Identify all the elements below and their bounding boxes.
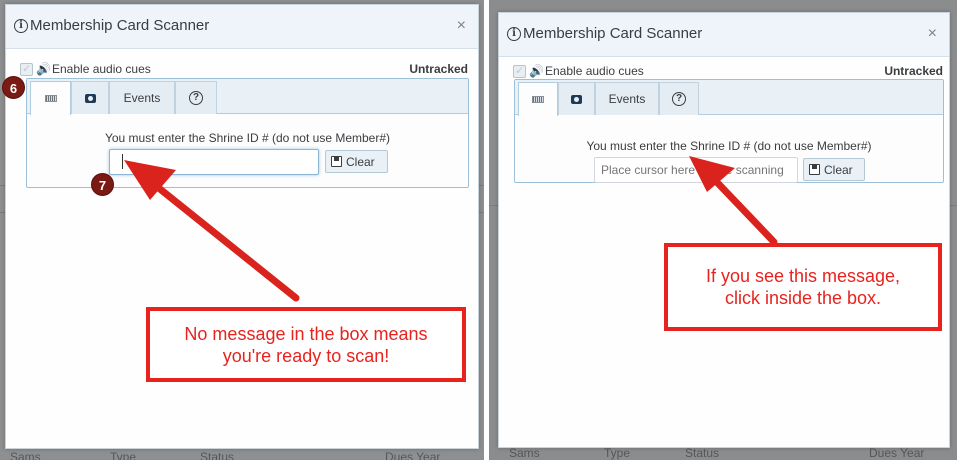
callout-line-2: click inside the box. [724,288,882,308]
callout-line-1: No message in the box means [184,323,428,344]
arrow-shaft [707,172,778,246]
instruction-callout: If you see this message, click inside th… [664,243,942,331]
arrow-shaft [146,177,300,302]
instruction-callout: No message in the box means you're ready… [146,307,466,382]
callout-line-2: you're ready to scan! [222,345,390,366]
right-screenshot: Sams Type Status Dues Year i Membership … [489,0,957,460]
pointer-arrow [689,156,778,246]
pointer-arrow [124,160,300,302]
arrow-head [689,156,735,192]
left-screenshot: Sams Type Status Dues Year i Membership … [0,0,484,460]
callout-line-1: If you see this message, [705,266,901,286]
